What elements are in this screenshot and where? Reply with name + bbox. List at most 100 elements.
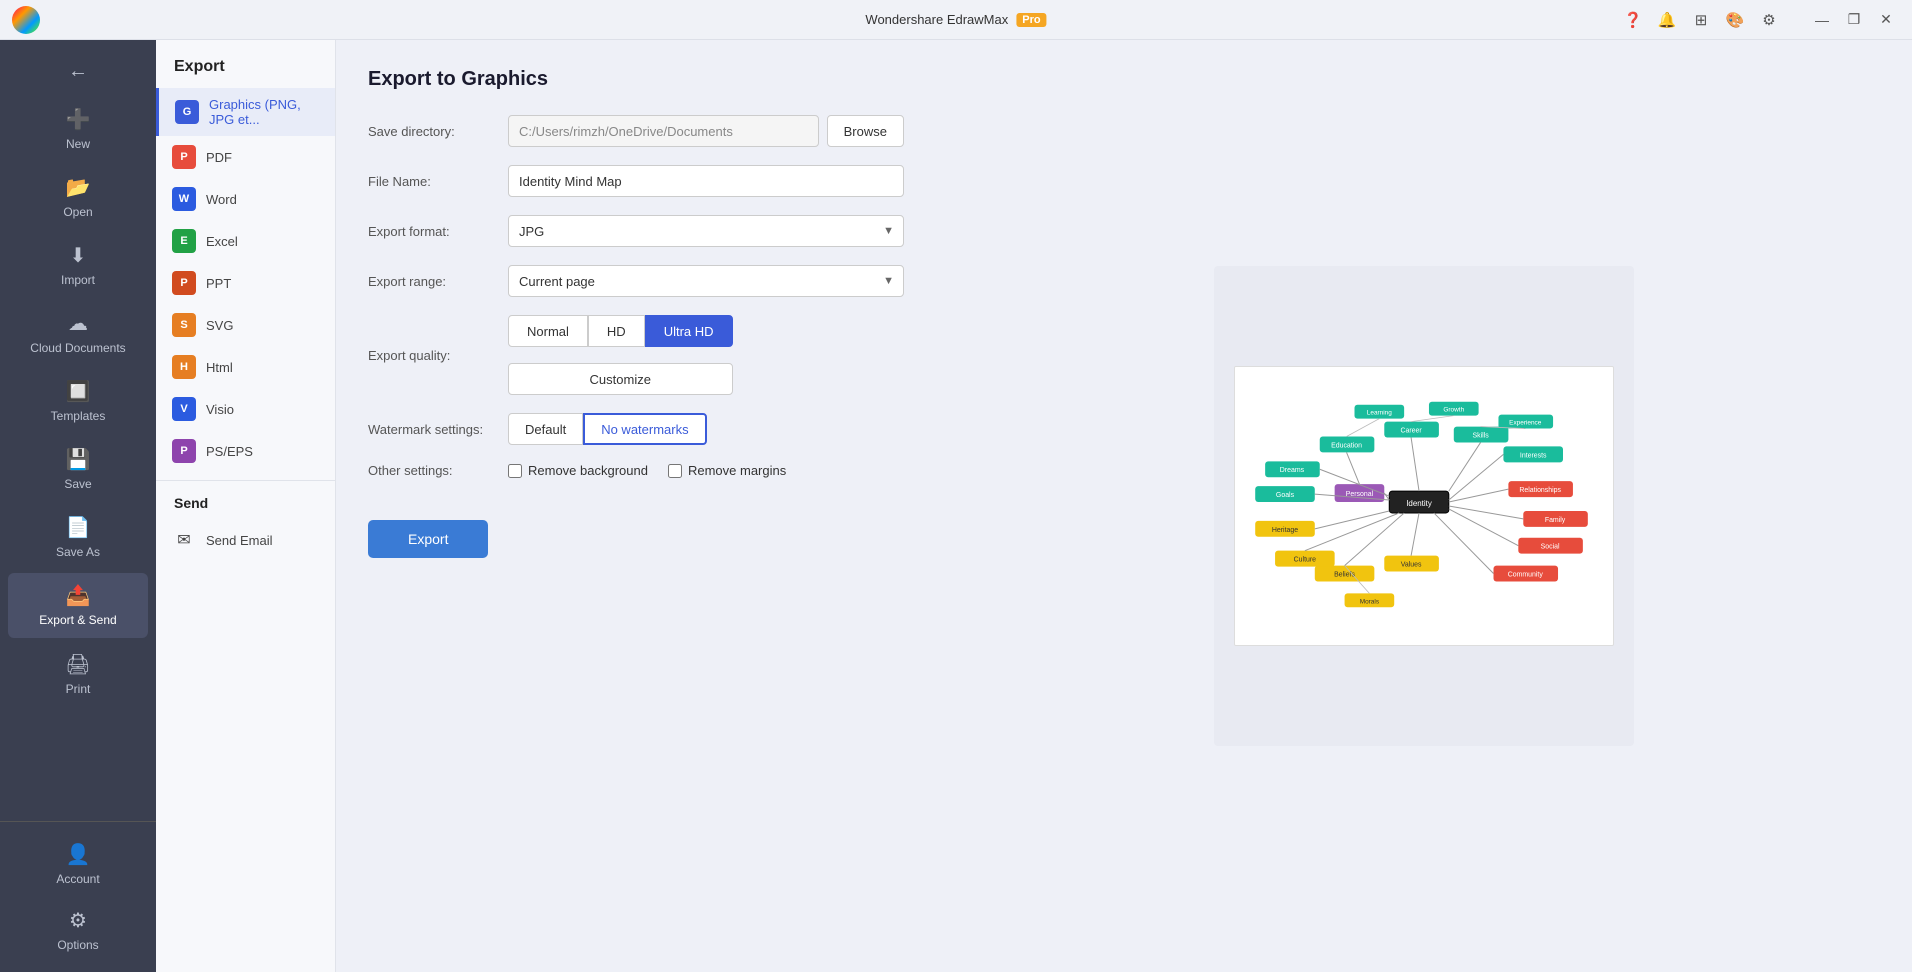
sidebar-item-save[interactable]: 💾 Save (8, 437, 148, 501)
sidebar-bottom: 👤 Account ⚙ Options (0, 821, 156, 964)
word-format-icon: W (172, 187, 196, 211)
svg-text:Skills: Skills (1472, 432, 1489, 439)
watermark-buttons: Default No watermarks (508, 413, 707, 445)
sidebar-item-saveas[interactable]: 📄 Save As (8, 505, 148, 569)
remove-margins-checkbox-label[interactable]: Remove margins (668, 463, 786, 478)
format-item-excel[interactable]: E Excel (156, 220, 335, 262)
svg-text:Growth: Growth (1443, 407, 1464, 414)
remove-bg-checkbox[interactable] (508, 464, 522, 478)
other-settings-control: Remove background Remove margins (508, 463, 904, 478)
skin-icon[interactable]: 🎨 (1720, 5, 1750, 35)
apps-icon[interactable]: ⊞ (1686, 5, 1716, 35)
svg-text:Values: Values (1401, 562, 1422, 569)
sidebar-item-templates[interactable]: 🔲 Templates (8, 369, 148, 433)
mindmap-preview-svg: Identity Personal Education Career (1235, 367, 1613, 645)
user-avatar[interactable] (12, 6, 40, 34)
remove-bg-checkbox-label[interactable]: Remove background (508, 463, 648, 478)
send-section-title: Send (156, 480, 335, 519)
new-icon: ➕ (66, 107, 91, 132)
export-range-label: Export range: (368, 274, 508, 289)
minimize-button[interactable]: — (1808, 6, 1836, 34)
sidebar-item-label-import: Import (61, 273, 95, 287)
svg-text:Identity: Identity (1406, 499, 1432, 508)
quality-hd-button[interactable]: HD (588, 315, 645, 347)
format-item-pdf[interactable]: P PDF (156, 136, 335, 178)
preview-inner: Identity Personal Education Career (1234, 366, 1614, 646)
help-icon[interactable]: ❓ (1618, 5, 1648, 35)
save-directory-input[interactable] (508, 115, 819, 147)
import-icon: ⬇ (70, 243, 87, 268)
restore-button[interactable]: ❐ (1840, 6, 1868, 34)
sidebar-item-import[interactable]: ⬇ Import (8, 233, 148, 297)
window-controls: ❓ 🔔 ⊞ 🎨 ⚙ — ❐ ✕ (1618, 5, 1900, 35)
sidebar-item-label-open: Open (63, 205, 92, 219)
app-name: Wondershare EdrawMax (865, 12, 1008, 27)
settings-icon[interactable]: ⚙ (1754, 5, 1784, 35)
format-item-graphics[interactable]: G Graphics (PNG, JPG et... (156, 88, 335, 136)
title-bar: Wondershare EdrawMax Pro ❓ 🔔 ⊞ 🎨 ⚙ — ❐ ✕ (0, 0, 1912, 40)
sidebar-item-export[interactable]: 📤 Export & Send (8, 573, 148, 637)
svg-text:Morals: Morals (1360, 598, 1379, 605)
sidebar-item-account[interactable]: 👤 Account (8, 832, 148, 896)
preview-box: Identity Personal Education Career (1214, 266, 1634, 746)
export-button[interactable]: Export (368, 520, 488, 558)
sidebar-item-print[interactable]: 🖨 Print (8, 642, 148, 706)
sidebar-item-back[interactable]: ← (8, 50, 148, 93)
export-range-row: Export range: Current page All pages Sel… (368, 265, 904, 297)
form-title: Export to Graphics (368, 68, 904, 91)
export-format-select[interactable]: JPG PNG BMP SVG (508, 215, 904, 247)
svg-text:Experience: Experience (1509, 420, 1542, 427)
browse-button[interactable]: Browse (827, 115, 904, 147)
format-item-visio[interactable]: V Visio (156, 388, 335, 430)
format-item-ppt[interactable]: P PPT (156, 262, 335, 304)
customize-button[interactable]: Customize (508, 363, 733, 395)
toolbar-icons (12, 6, 40, 34)
excel-format-icon: E (172, 229, 196, 253)
file-name-label: File Name: (368, 174, 508, 189)
other-settings-row: Other settings: Remove background Remove… (368, 463, 904, 478)
sidebar-item-new[interactable]: ➕ New (8, 97, 148, 161)
sidebar-item-label-templates: Templates (51, 409, 106, 423)
quality-options: Normal HD Ultra HD Customize (508, 315, 733, 395)
svg-text:Community: Community (1508, 571, 1544, 578)
close-button[interactable]: ✕ (1872, 6, 1900, 34)
format-item-html[interactable]: H Html (156, 346, 335, 388)
title-bar-center: Wondershare EdrawMax Pro (865, 12, 1046, 27)
export-range-control: Current page All pages Selected objects … (508, 265, 904, 297)
sidebar-item-label-print: Print (66, 682, 91, 696)
svg-format-icon: S (172, 313, 196, 337)
export-quality-label: Export quality: (368, 348, 508, 363)
svg-text:Heritage: Heritage (1272, 527, 1298, 534)
quality-ultrahd-button[interactable]: Ultra HD (645, 315, 733, 347)
save-directory-label: Save directory: (368, 124, 508, 139)
format-item-svg[interactable]: S SVG (156, 304, 335, 346)
sidebar-item-label-options: Options (57, 938, 98, 952)
sidebar-item-label-cloud: Cloud Documents (30, 341, 125, 355)
format-item-word[interactable]: W Word (156, 178, 335, 220)
remove-margins-checkbox[interactable] (668, 464, 682, 478)
file-name-input[interactable] (508, 165, 904, 197)
sidebar-item-open[interactable]: 📂 Open (8, 165, 148, 229)
sidebar-item-options[interactable]: ⚙ Options (8, 898, 148, 962)
watermark-none-button[interactable]: No watermarks (583, 413, 706, 445)
export-icon: 📤 (66, 583, 91, 608)
left-sidebar: ← ➕ New 📂 Open ⬇ Import ☁ Cloud Document… (0, 40, 156, 972)
watermark-row: Watermark settings: Default No watermark… (368, 413, 904, 445)
export-range-select-wrap: Current page All pages Selected objects … (508, 265, 904, 297)
excel-format-label: Excel (206, 234, 238, 249)
open-icon: 📂 (66, 175, 91, 200)
sidebar-item-cloud[interactable]: ☁ Cloud Documents (8, 301, 148, 365)
html-format-icon: H (172, 355, 196, 379)
ppt-format-icon: P (172, 271, 196, 295)
send-email-item[interactable]: ✉ Send Email (156, 519, 335, 561)
format-item-pseps[interactable]: P PS/EPS (156, 430, 335, 472)
save-directory-row: Save directory: Browse (368, 115, 904, 147)
sidebar-item-label-new: New (66, 137, 90, 151)
export-range-select[interactable]: Current page All pages Selected objects (508, 265, 904, 297)
html-format-label: Html (206, 360, 233, 375)
svg-text:Social: Social (1541, 544, 1560, 551)
watermark-default-button[interactable]: Default (508, 413, 583, 445)
save-icon: 💾 (66, 447, 91, 472)
notification-icon[interactable]: 🔔 (1652, 5, 1682, 35)
quality-normal-button[interactable]: Normal (508, 315, 588, 347)
